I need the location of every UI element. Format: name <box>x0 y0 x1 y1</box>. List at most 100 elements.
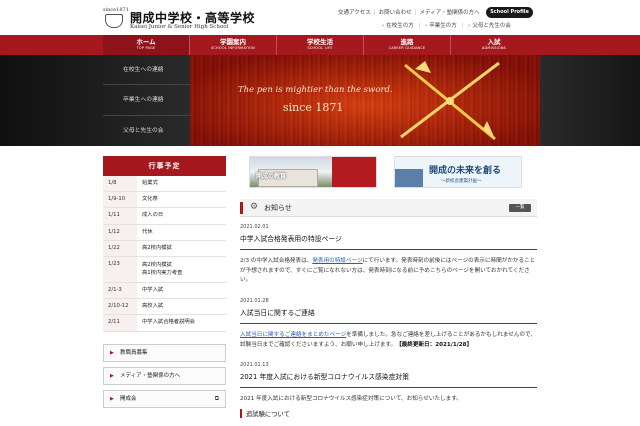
site-logo[interactable]: since1871 開成中学校・高等学校 Kaisei Junior & Sen… <box>103 7 255 31</box>
event-row[interactable]: 1/22 高2校内模試 <box>103 240 226 257</box>
divider: | <box>414 10 417 16</box>
hero-since: since 1871 <box>283 101 344 114</box>
building-image <box>395 169 423 187</box>
crest-icon <box>105 14 123 28</box>
nav-item-career[interactable]: 進路 CAREER GUIDANCE <box>363 35 450 55</box>
nav-sublabel: CAREER GUIDANCE <box>388 46 426 50</box>
exam-day-info-link[interactable]: 入試当日に関するご連絡をまとめたページ <box>240 332 346 338</box>
divider: | <box>373 10 376 16</box>
hero-tagline: The pen is mightier than the sword. <box>238 85 393 95</box>
external-link-icon: ⧉ <box>214 395 219 402</box>
utility-links-top: 交通アクセス | お問い合わせ | メディア・塾関係の方へ <box>338 8 480 16</box>
quick-link-pta[interactable]: 父母と先生の会 <box>103 116 191 146</box>
news-title[interactable]: 中学入試合格発表用の特設ページ <box>240 233 537 243</box>
last-updated: 【最終更新日：2021/1/28】 <box>396 341 473 348</box>
event-title: 高校入試 <box>142 303 164 310</box>
alumni-link[interactable]: 卒業生の方 <box>429 23 457 29</box>
nav-label: 入試 <box>487 38 501 46</box>
accent-bar <box>240 202 243 214</box>
news-header: ⚙ お知らせ 一覧 <box>240 199 537 217</box>
arrow-icon: › <box>425 23 428 29</box>
news-title[interactable]: 2021 年度入試における新型コロナウイルス感染症対策 <box>240 371 537 381</box>
divider <box>240 249 537 250</box>
event-row[interactable]: 1/11 成人の日 <box>103 208 226 225</box>
event-title: 高2校内模試 高1校内実力考査 <box>142 261 183 276</box>
news-date: 2021.01.28 <box>240 298 269 304</box>
quick-link-alumni[interactable]: 卒業生への連絡 <box>103 85 191 116</box>
nav-label: 学校生活 <box>307 38 333 46</box>
nav-label: 進路 <box>400 38 414 46</box>
global-nav: ホーム TOP PAGE 学園案内 SCHOOL INFORMATION 学校生… <box>0 35 640 55</box>
media-info-link[interactable]: ▶ メディア・塾関係の方へ <box>103 367 226 385</box>
education-banner[interactable]: 開成の教育 <box>249 156 377 188</box>
event-row[interactable]: 1/9-10 文化祭 <box>103 192 226 209</box>
nav-sublabel: ADMISSIONS <box>481 46 507 50</box>
divider: | <box>461 23 464 29</box>
news-title[interactable]: 入試当日に関するご連絡 <box>240 307 537 317</box>
event-date: 1/9-10 <box>103 192 137 208</box>
divider: | <box>418 23 421 29</box>
new-building-banner[interactable]: 開成の未来を創る ～新校舎建築計画～ <box>394 156 522 188</box>
event-date: 2/11 <box>103 315 137 331</box>
retest-heading: 追試験について <box>240 409 537 418</box>
event-row[interactable]: 2/1-3 中学入試 <box>103 282 226 300</box>
events-calendar: 行事予定 1/8 始業式 1/9-10 文化祭 1/11 成人の日 1/12 代休 1/… <box>103 156 226 332</box>
arrow-icon: › <box>468 23 471 29</box>
event-row[interactable]: 1/12 代休 <box>103 224 226 241</box>
nav-item-school-info[interactable]: 学園案内 SCHOOL INFORMATION <box>189 35 276 55</box>
event-date: 2/10-12 <box>103 299 137 315</box>
pen-and-sword-icon <box>400 61 500 141</box>
school-profile-button[interactable]: School Profile <box>486 7 533 18</box>
contact-link[interactable]: お問い合わせ <box>379 10 412 16</box>
divider <box>240 323 537 324</box>
event-row[interactable]: 2/10-12 高校入試 <box>103 299 226 316</box>
event-date: 1/12 <box>103 224 137 240</box>
arrow-icon: ▶ <box>110 396 114 402</box>
arrow-icon: › <box>382 23 385 29</box>
nav-item-home[interactable]: ホーム TOP PAGE <box>103 35 189 55</box>
staff-recruit-link[interactable]: ▶ 教職員募集 <box>103 344 226 362</box>
access-link[interactable]: 交通アクセス <box>338 10 371 16</box>
events-heading: 行事予定 <box>103 156 226 176</box>
banner-title: 開成の未来を創る <box>429 166 502 176</box>
event-title: 成人の日 <box>142 212 164 219</box>
banner-subtitle: ～新校舎建築計画～ <box>441 179 482 184</box>
news-list-button[interactable]: 一覧 <box>509 204 531 212</box>
event-title: 中学入試 <box>142 286 164 293</box>
event-row[interactable]: 1/8 始業式 <box>103 176 226 193</box>
event-title: 文化祭 <box>142 196 158 203</box>
special-page-link[interactable]: 発表用の特設ページ <box>312 258 362 264</box>
media-link[interactable]: メディア・塾関係の方へ <box>419 10 479 16</box>
event-date: 1/8 <box>103 176 137 192</box>
event-title: 始業式 <box>142 180 158 186</box>
event-title: 中学入試合格者説明会 <box>142 319 195 326</box>
body-text: 2/3 の中学入試合格発表は、 <box>240 258 313 264</box>
news-body: 2021 年度入試における新型コロナウイルス感染症対策について、お知らせいたしま… <box>240 396 462 402</box>
gear-icon: ⚙ <box>250 202 259 212</box>
pta-link[interactable]: 父母と先生の会 <box>472 23 511 29</box>
hero-quick-links: 在校生への連絡 卒業生への連絡 父母と先生の会 <box>103 55 191 146</box>
nav-label: 学園案内 <box>220 38 246 46</box>
news-item: 2021.01.28 入試当日に関するご連絡 入試当日に関するご連絡をまとめたペ… <box>240 298 537 350</box>
nav-sublabel: SCHOOL LIFE <box>307 46 333 50</box>
event-row[interactable]: 1/23 高2校内模試 高1校内実力考査 <box>103 256 226 283</box>
quick-link-students[interactable]: 在校生への連絡 <box>103 55 191 86</box>
site-header: since1871 開成中学校・高等学校 Kaisei Junior & Sen… <box>0 0 640 35</box>
event-title: 代休 <box>142 228 153 235</box>
news-item: 2021.01.13 2021 年度入試における新型コロナウイルス感染症対策 2… <box>240 362 537 405</box>
event-title: 高2校内模試 <box>142 244 172 251</box>
students-link[interactable]: 在校生の方 <box>386 23 414 29</box>
news-body: 入試当日に関するご連絡をまとめたページを準備しました。急なご連絡を差し上げること… <box>240 331 537 350</box>
nav-sublabel: TOP PAGE <box>136 46 156 50</box>
news-body: 2/3 の中学入試合格発表は、発表用の特設ページにて行います。発表時刻の前後には… <box>240 257 537 286</box>
event-date: 1/22 <box>103 240 137 256</box>
nav-item-school-life[interactable]: 学校生活 SCHOOL LIFE <box>276 35 363 55</box>
event-row[interactable]: 2/11 中学入試合格者説明会 <box>103 315 226 332</box>
nav-item-admissions[interactable]: 入試 ADMISSIONS <box>450 35 537 55</box>
news-heading: お知らせ <box>264 204 292 212</box>
kaiseikai-link[interactable]: ▶ 開成会 ⧉ <box>103 390 226 408</box>
divider <box>240 387 537 388</box>
news-item: 2021.02.01 中学入試合格発表用の特設ページ 2/3 の中学入試合格発表… <box>240 224 537 286</box>
banner-accent <box>332 157 376 187</box>
school-name-en: Kaisei Junior & Senior High School <box>130 24 229 30</box>
